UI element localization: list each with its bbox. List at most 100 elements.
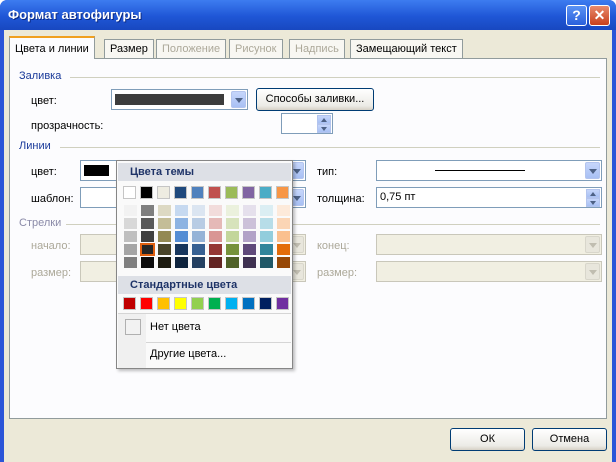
arrow-end-size-label: размер: xyxy=(317,267,358,279)
theme-tint-swatch[interactable] xyxy=(209,218,222,229)
theme-tint-swatch[interactable] xyxy=(260,231,273,242)
theme-tint-swatch[interactable] xyxy=(124,218,137,229)
standard-color-swatch[interactable] xyxy=(208,297,221,310)
tab-alt-text[interactable]: Замещающий текст xyxy=(350,39,463,58)
theme-tint-swatch[interactable] xyxy=(226,205,239,216)
theme-tint-swatch[interactable] xyxy=(124,205,137,216)
help-button[interactable]: ? xyxy=(566,5,587,26)
theme-tint-swatch[interactable] xyxy=(141,257,154,268)
more-colors-label: Другие цвета... xyxy=(150,348,227,360)
standard-color-swatch[interactable] xyxy=(276,297,289,310)
standard-color-swatch[interactable] xyxy=(157,297,170,310)
theme-tint-swatch[interactable] xyxy=(209,257,222,268)
spin-up-icon[interactable] xyxy=(586,189,600,198)
theme-tint-swatch[interactable] xyxy=(158,257,171,268)
theme-tint-swatch[interactable] xyxy=(277,244,290,255)
chevron-down-icon[interactable] xyxy=(585,162,600,179)
theme-tint-swatch[interactable] xyxy=(243,244,256,255)
no-color-item[interactable]: Нет цвета xyxy=(118,316,291,340)
standard-color-swatch[interactable] xyxy=(174,297,187,310)
tab-size[interactable]: Размер xyxy=(104,39,154,58)
theme-tint-swatch[interactable] xyxy=(277,257,290,268)
standard-color-swatch[interactable] xyxy=(242,297,255,310)
arrow-end-size-combo xyxy=(376,261,602,282)
theme-tint-swatch[interactable] xyxy=(158,205,171,216)
theme-color-swatch[interactable] xyxy=(191,186,204,199)
theme-tint-swatch[interactable] xyxy=(277,231,290,242)
theme-tint-swatch[interactable] xyxy=(141,218,154,229)
theme-tint-swatch[interactable] xyxy=(158,244,171,255)
title-bar[interactable]: Формат автофигуры ? ✕ xyxy=(0,0,616,30)
arrows-section-title: Стрелки xyxy=(19,217,62,229)
transparency-spinner[interactable] xyxy=(281,113,333,134)
theme-tint-swatch[interactable] xyxy=(175,244,188,255)
theme-tint-swatch[interactable] xyxy=(124,231,137,242)
theme-tint-swatch[interactable] xyxy=(260,244,273,255)
theme-tint-swatch[interactable] xyxy=(192,205,205,216)
theme-tint-swatch[interactable] xyxy=(175,218,188,229)
theme-color-swatch[interactable] xyxy=(225,186,238,199)
theme-tint-swatch[interactable] xyxy=(141,205,154,216)
theme-color-swatch[interactable] xyxy=(157,186,170,199)
theme-tint-swatch[interactable] xyxy=(226,244,239,255)
more-colors-item[interactable]: Другие цвета... xyxy=(118,343,291,367)
fill-effects-button[interactable]: Способы заливки... xyxy=(256,88,374,111)
theme-tint-swatch[interactable] xyxy=(243,205,256,216)
spin-down-icon[interactable] xyxy=(586,198,600,207)
theme-tint-swatch[interactable] xyxy=(243,218,256,229)
theme-tint-swatch[interactable] xyxy=(209,205,222,216)
theme-tint-swatch[interactable] xyxy=(260,218,273,229)
theme-tint-swatch[interactable] xyxy=(277,205,290,216)
theme-tint-swatch[interactable] xyxy=(192,244,205,255)
spin-up-icon[interactable] xyxy=(317,115,331,124)
standard-color-swatch[interactable] xyxy=(191,297,204,310)
line-type-combo[interactable] xyxy=(376,160,602,181)
theme-tint-swatch[interactable] xyxy=(209,231,222,242)
theme-tint-swatch[interactable] xyxy=(277,218,290,229)
theme-tint-swatch[interactable] xyxy=(175,257,188,268)
theme-tint-swatch[interactable] xyxy=(243,257,256,268)
theme-colors-header: Цвета темы xyxy=(118,163,291,181)
close-button[interactable]: ✕ xyxy=(589,5,610,26)
fill-section-title: Заливка xyxy=(19,70,62,82)
spin-down-icon[interactable] xyxy=(317,124,331,133)
theme-tint-swatch[interactable] xyxy=(141,231,154,242)
transparency-label: прозрачность: xyxy=(31,120,104,132)
chevron-down-icon xyxy=(585,263,600,280)
theme-color-swatch[interactable] xyxy=(174,186,187,199)
theme-tint-swatch[interactable] xyxy=(260,257,273,268)
theme-tint-swatch[interactable] xyxy=(124,257,137,268)
theme-color-swatch[interactable] xyxy=(208,186,221,199)
theme-color-swatch[interactable] xyxy=(123,186,136,199)
theme-tint-swatch[interactable] xyxy=(226,231,239,242)
theme-tint-swatch[interactable] xyxy=(209,244,222,255)
theme-tint-swatch[interactable] xyxy=(175,205,188,216)
cancel-button[interactable]: Отмена xyxy=(532,428,607,451)
standard-color-swatch[interactable] xyxy=(123,297,136,310)
theme-tint-swatch[interactable] xyxy=(140,243,155,256)
theme-tint-swatch[interactable] xyxy=(192,218,205,229)
theme-tint-swatch[interactable] xyxy=(226,218,239,229)
theme-tint-swatch[interactable] xyxy=(158,218,171,229)
theme-color-swatch[interactable] xyxy=(276,186,289,199)
line-weight-spinner[interactable]: 0,75 пт xyxy=(376,187,602,208)
ok-button[interactable]: ОК xyxy=(450,428,525,451)
theme-tint-swatch[interactable] xyxy=(175,231,188,242)
theme-tint-swatch[interactable] xyxy=(192,231,205,242)
theme-tint-swatch[interactable] xyxy=(124,244,137,255)
theme-tint-swatch[interactable] xyxy=(158,231,171,242)
standard-color-swatch[interactable] xyxy=(140,297,153,310)
theme-color-swatch[interactable] xyxy=(242,186,255,199)
theme-tint-swatch[interactable] xyxy=(243,231,256,242)
tab-colors-and-lines[interactable]: Цвета и линии xyxy=(9,36,95,59)
fill-color-combo[interactable] xyxy=(111,89,248,110)
theme-color-swatch[interactable] xyxy=(140,186,153,199)
chevron-down-icon[interactable] xyxy=(231,91,246,108)
theme-tint-swatch[interactable] xyxy=(226,257,239,268)
theme-color-swatch[interactable] xyxy=(259,186,272,199)
standard-color-swatch[interactable] xyxy=(259,297,272,310)
standard-color-swatch[interactable] xyxy=(225,297,238,310)
theme-tint-swatch[interactable] xyxy=(192,257,205,268)
tab-panel: Заливка цвет: Способы заливки... прозрач… xyxy=(9,58,607,419)
theme-tint-swatch[interactable] xyxy=(260,205,273,216)
